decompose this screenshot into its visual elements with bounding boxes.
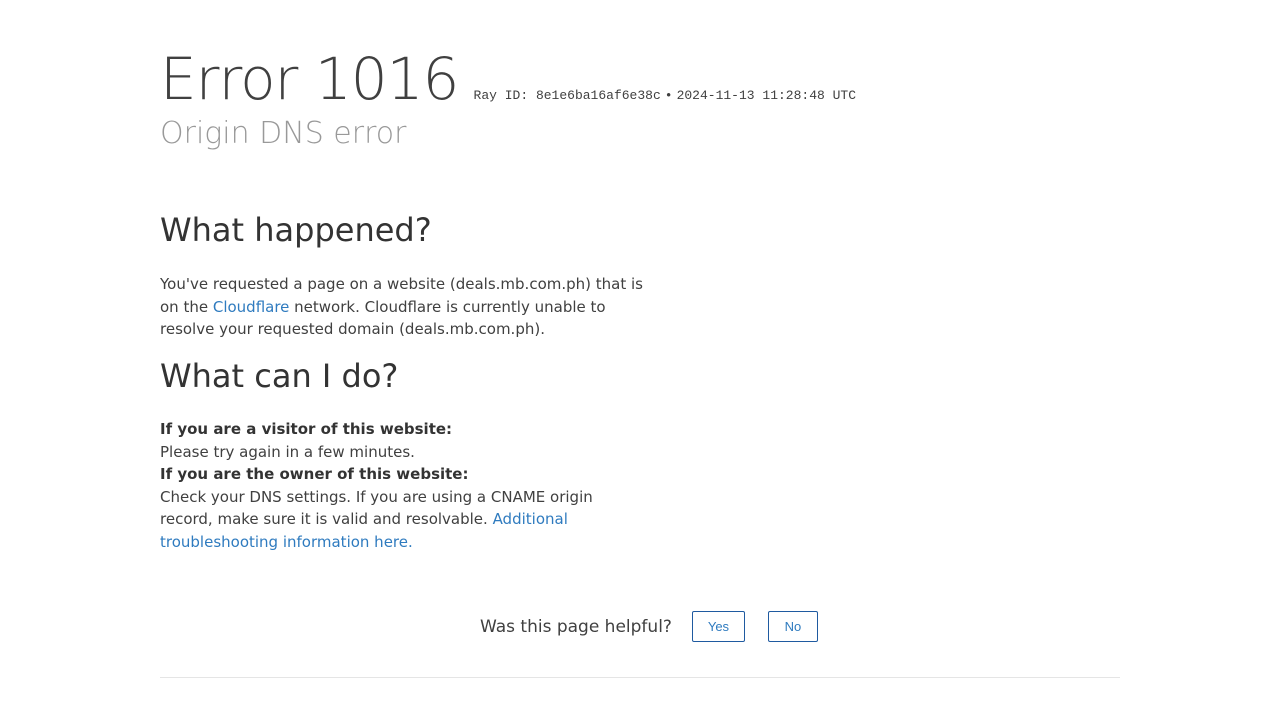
what-happened-section: What happened? You've requested a page o… <box>160 210 650 341</box>
what-happened-text: You've requested a page on a website (de… <box>160 273 650 341</box>
owner-text: Check your DNS settings. If you are usin… <box>160 486 650 554</box>
yes-button[interactable]: Yes <box>691 611 745 642</box>
ray-separator: • <box>664 88 673 103</box>
ray-info: Ray ID: 8e1e6ba16af6e38c • 2024-11-13 11:2… <box>474 88 856 103</box>
what-can-i-do-section: What can I do? If you are a visitor of t… <box>160 356 650 553</box>
error-header: Error 1016 Ray ID: 8e1e6ba16af6e38c • 2024… <box>160 40 856 118</box>
error-subtitle: Origin DNS error <box>160 116 407 151</box>
what-happened-heading: What happened? <box>160 211 432 249</box>
visitor-heading: If you are a visitor of this website: <box>160 420 453 438</box>
timestamp: 2024-11-13 11:28:48 UTC <box>676 88 857 103</box>
no-button[interactable]: No <box>767 611 818 642</box>
what-can-i-do-heading: What can I do? <box>160 357 399 395</box>
footer-divider <box>160 677 1120 678</box>
feedback-bar: Was this page helpful? Yes No <box>480 611 818 642</box>
cloudflare-link[interactable]: Cloudflare <box>213 298 290 316</box>
error-title: Error 1016 <box>160 45 459 113</box>
visitor-text: Please try again in a few minutes. <box>160 442 415 461</box>
ray-id: Ray ID: 8e1e6ba16af6e38c <box>473 88 661 103</box>
owner-heading: If you are the owner of this website: <box>160 465 469 483</box>
feedback-question: Was this page helpful? <box>480 616 672 637</box>
